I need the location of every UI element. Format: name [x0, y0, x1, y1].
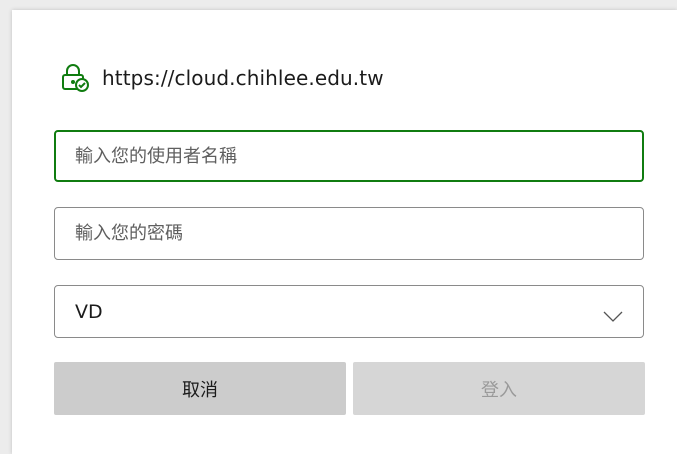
login-button[interactable]: 登入 [353, 362, 645, 415]
credential-dialog: https://cloud.chihlee.edu.tw VD 取消 登入 [12, 10, 677, 454]
lock-check-icon [60, 63, 90, 93]
domain-select-value: VD [75, 300, 103, 323]
username-input[interactable] [54, 130, 644, 182]
origin-url: https://cloud.chihlee.edu.tw [102, 66, 384, 90]
password-input[interactable] [54, 207, 644, 260]
domain-select[interactable]: VD [54, 285, 644, 338]
origin-row: https://cloud.chihlee.edu.tw [60, 62, 384, 94]
cancel-button[interactable]: 取消 [54, 362, 346, 415]
chevron-down-icon [603, 306, 623, 322]
